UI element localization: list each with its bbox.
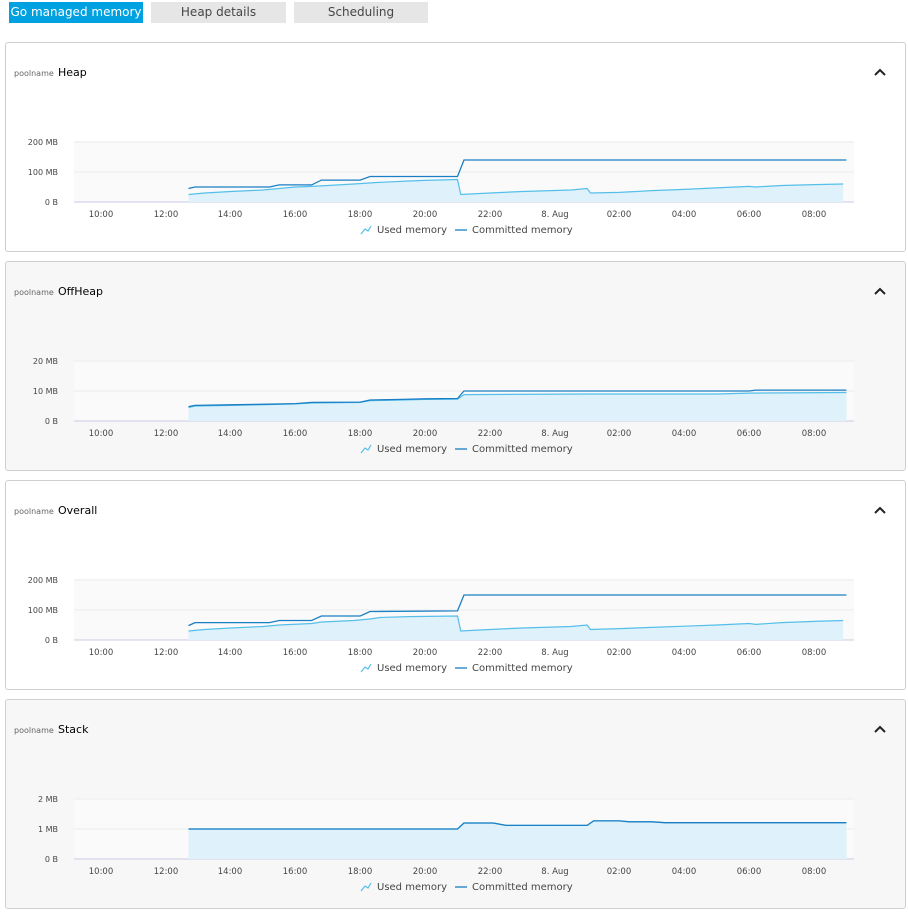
x-tick-label: 18:00 — [348, 648, 373, 658]
legend-label: Committed memory — [472, 444, 573, 455]
x-tick-label: 22:00 — [478, 429, 503, 439]
x-tick-label: 06:00 — [737, 648, 762, 658]
y-tick-label: 1 MB — [38, 825, 58, 834]
legend-item-used-memory[interactable]: Used memory — [360, 663, 447, 674]
y-tick-label: 2 MB — [38, 795, 58, 804]
x-tick-label: 20:00 — [413, 867, 438, 877]
x-tick-label: 14:00 — [218, 648, 243, 658]
legend-item-used-memory[interactable]: Used memory — [360, 444, 447, 455]
x-tick-label: 22:00 — [478, 210, 503, 220]
legend-label: Used memory — [377, 225, 447, 236]
x-tick-label: 14:00 — [218, 867, 243, 877]
legend-item-used-memory[interactable]: Used memory — [360, 225, 447, 236]
chart-panel-overall: poolname Overall 0 B 100 MB 200 MB 10:00 12:00… — [5, 480, 906, 690]
y-tick-label: 200 MB — [28, 576, 58, 585]
x-tick-label: 16:00 — [283, 210, 308, 220]
area-series-icon — [360, 663, 372, 673]
x-tick-label: 12:00 — [154, 429, 179, 439]
legend-label: Used memory — [377, 444, 447, 455]
legend-item-committed-memory[interactable]: Committed memory — [455, 444, 573, 455]
x-tick-label: 10:00 — [89, 867, 114, 877]
legend-label: Committed memory — [472, 663, 573, 674]
x-tick-label: 18:00 — [348, 210, 373, 220]
legend-label: Used memory — [377, 663, 447, 674]
x-tick-label: 8. Aug — [541, 867, 568, 877]
y-tick-label: 20 MB — [33, 357, 58, 366]
line-series-icon — [455, 667, 467, 669]
legend-label: Committed memory — [472, 882, 573, 893]
x-tick-label: 04:00 — [672, 210, 697, 220]
line-series-icon — [455, 229, 467, 231]
x-tick-label: 10:00 — [89, 429, 114, 439]
memory-chart: 0 B 10 MB 20 MB 10:00 12:00 14:00 16:00 18:00 20… — [33, 357, 854, 439]
legend-label: Used memory — [377, 882, 447, 893]
legend-item-used-memory[interactable]: Used memory — [360, 882, 447, 893]
x-tick-label: 20:00 — [413, 648, 438, 658]
y-tick-label: 10 MB — [33, 387, 58, 396]
line-series-icon — [455, 448, 467, 450]
x-tick-label: 06:00 — [737, 867, 762, 877]
x-tick-label: 20:00 — [413, 429, 438, 439]
x-tick-label: 16:00 — [283, 867, 308, 877]
y-tick-label: 200 MB — [28, 138, 58, 147]
x-tick-label: 08:00 — [802, 648, 827, 658]
x-tick-label: 16:00 — [283, 648, 308, 658]
x-tick-label: 02:00 — [607, 429, 632, 439]
chart-panel-offheap: poolname OffHeap 0 B 10 MB 20 MB 10:00 12:00 14… — [5, 261, 906, 471]
x-tick-label: 02:00 — [607, 210, 632, 220]
y-tick-label: 0 B — [45, 855, 58, 864]
area-series-icon — [360, 882, 372, 892]
x-tick-label: 02:00 — [607, 648, 632, 658]
x-tick-label: 12:00 — [154, 867, 179, 877]
x-tick-label: 22:00 — [478, 867, 503, 877]
memory-chart: 0 B 1 MB 2 MB 10:00 12:00 14:00 16:00 18:00 20:0… — [38, 795, 854, 877]
x-tick-label: 18:00 — [348, 867, 373, 877]
y-tick-label: 0 B — [45, 417, 58, 426]
x-tick-label: 8. Aug — [541, 210, 568, 220]
x-tick-label: 12:00 — [154, 210, 179, 220]
tab-heap-details[interactable]: Heap details — [151, 2, 286, 23]
memory-chart: 0 B 100 MB 200 MB 10:00 12:00 14:00 16:00 18:00… — [28, 576, 854, 658]
x-tick-label: 12:00 — [154, 648, 179, 658]
x-tick-label: 16:00 — [283, 429, 308, 439]
legend-item-committed-memory[interactable]: Committed memory — [455, 225, 573, 236]
y-tick-label: 100 MB — [28, 168, 58, 177]
x-tick-label: 18:00 — [348, 429, 373, 439]
x-tick-label: 02:00 — [607, 867, 632, 877]
x-tick-label: 8. Aug — [541, 429, 568, 439]
x-tick-label: 04:00 — [672, 867, 697, 877]
legend-item-committed-memory[interactable]: Committed memory — [455, 663, 573, 674]
x-tick-label: 04:00 — [672, 429, 697, 439]
x-tick-label: 22:00 — [478, 648, 503, 658]
memory-chart: 0 B 100 MB 200 MB 10:00 12:00 14:00 16:00 18:00… — [28, 138, 854, 220]
x-tick-label: 08:00 — [802, 429, 827, 439]
y-tick-label: 100 MB — [28, 606, 58, 615]
tab-scheduling[interactable]: Scheduling — [294, 2, 428, 23]
x-tick-label: 14:00 — [218, 210, 243, 220]
x-tick-label: 8. Aug — [541, 648, 568, 658]
legend-item-committed-memory[interactable]: Committed memory — [455, 882, 573, 893]
x-tick-label: 10:00 — [89, 210, 114, 220]
x-tick-label: 08:00 — [802, 210, 827, 220]
x-tick-label: 06:00 — [737, 429, 762, 439]
tab-go-managed-memory[interactable]: Go managed memory — [9, 2, 143, 23]
x-tick-label: 06:00 — [737, 210, 762, 220]
x-tick-label: 08:00 — [802, 867, 827, 877]
area-series-icon — [360, 444, 372, 454]
chart-panel-stack: poolname Stack 0 B1 MB 2 MB 10:00 12:00 14:00 1… — [5, 699, 906, 909]
chart-panel-heap: poolname Heap 0 B 100 MB 200 MB 10:00 12:00 14:… — [5, 42, 906, 252]
y-tick-label: 0 B — [45, 198, 58, 207]
x-tick-label: 04:00 — [672, 648, 697, 658]
area-series-icon — [360, 225, 372, 235]
x-tick-label: 20:00 — [413, 210, 438, 220]
legend-label: Committed memory — [472, 225, 573, 236]
y-tick-label: 0 B — [45, 636, 58, 645]
line-series-icon — [455, 886, 467, 888]
x-tick-label: 14:00 — [218, 429, 243, 439]
x-tick-label: 10:00 — [89, 648, 114, 658]
